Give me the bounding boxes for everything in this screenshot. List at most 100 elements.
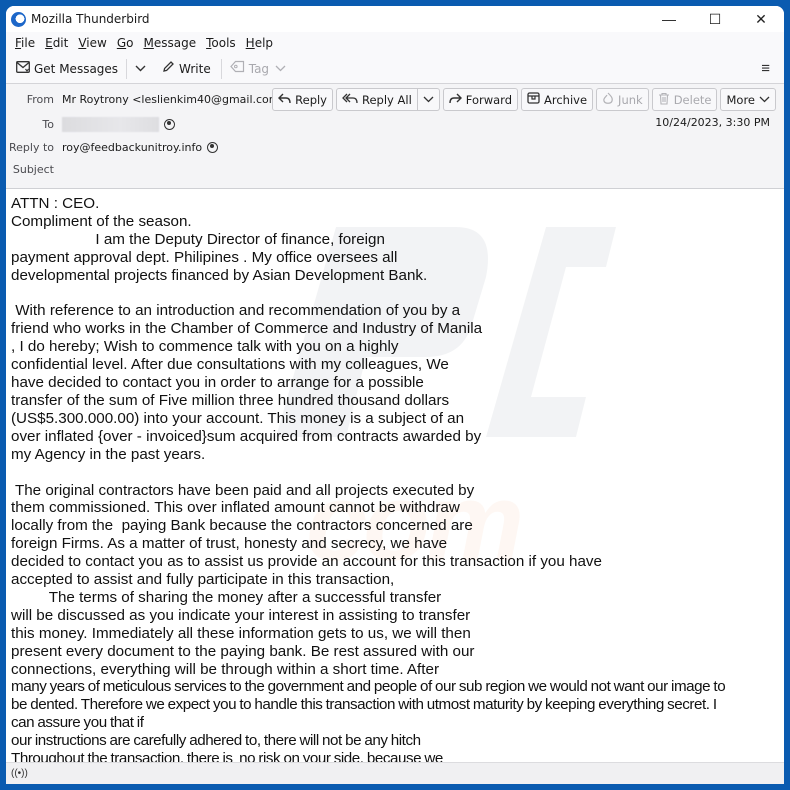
- chevron-down-icon: [135, 65, 146, 72]
- menu-label: essage: [153, 36, 197, 50]
- delete-label: Delete: [673, 92, 712, 107]
- subject-row: Subject: [6, 160, 62, 178]
- to-label: To: [42, 117, 54, 131]
- delete-button[interactable]: Delete: [651, 88, 718, 111]
- menu-label: iew: [86, 36, 107, 50]
- body-line: confidential level. After due consultati…: [11, 356, 449, 374]
- pencil-icon: [162, 60, 175, 77]
- body-line: be dented. Therefore we expect you to ha…: [11, 696, 717, 714]
- message-body[interactable]: com ATTN : CEO. Compliment of the season.…: [6, 189, 784, 762]
- junk-button[interactable]: Junk: [596, 88, 649, 111]
- menu-tools[interactable]: Tools: [201, 36, 241, 50]
- menu-label: dit: [52, 36, 69, 50]
- menu-label: ools: [211, 36, 236, 50]
- body-line: Compliment of the season.: [11, 212, 192, 230]
- to-row: To: [6, 115, 175, 133]
- menu-view[interactable]: View: [73, 36, 111, 50]
- more-label: More: [726, 92, 755, 107]
- reply-button[interactable]: Reply: [272, 88, 333, 111]
- archive-icon: [527, 92, 540, 107]
- body-line: The terms of sharing the money after a s…: [11, 588, 442, 606]
- tag-button[interactable]: Tag: [226, 57, 290, 81]
- main-toolbar: Get Messages Write Tag ≡: [6, 54, 784, 84]
- body-line: locally from the paying Bank because the…: [11, 517, 473, 535]
- body-line: With reference to an introduction and re…: [11, 302, 461, 320]
- message-header: From Mr Roytrony <leslienkim40@gmail.com…: [6, 84, 784, 189]
- forward-button[interactable]: Forward: [442, 88, 519, 111]
- get-messages-label: Get Messages: [34, 61, 119, 76]
- body-line: [11, 464, 779, 482]
- menu-edit[interactable]: Edit: [40, 36, 73, 50]
- body-line: payment approval dept. Philipines . My o…: [11, 248, 398, 266]
- window-controls: — ☐ ✕: [646, 6, 784, 32]
- reply-label: Reply: [295, 92, 327, 107]
- app-menu-icon[interactable]: ≡: [761, 60, 770, 77]
- get-messages-button[interactable]: Get Messages: [12, 57, 122, 81]
- status-bar: ((•)): [6, 762, 784, 784]
- more-button[interactable]: More: [720, 88, 776, 111]
- body-line: present every document to the paying ban…: [11, 642, 475, 660]
- write-button[interactable]: Write: [158, 57, 215, 81]
- menu-label: ile: [21, 36, 36, 50]
- to-value-redacted: [62, 116, 159, 132]
- forward-label: Forward: [465, 92, 513, 107]
- online-status-icon[interactable]: ((•)): [11, 768, 28, 779]
- chevron-down-icon: [275, 65, 286, 72]
- menu-accel: H: [245, 36, 255, 50]
- minimize-button[interactable]: —: [646, 6, 692, 32]
- toolbar-separator: [220, 58, 222, 79]
- maximize-button[interactable]: ☐: [692, 6, 738, 32]
- contact-icon[interactable]: [164, 118, 175, 130]
- body-line: over inflated {over - invoiced}sum acqui…: [11, 427, 482, 445]
- body-line: can assure you that if: [11, 714, 144, 732]
- message-date: 10/24/2023, 3:30 PM: [655, 116, 770, 129]
- from-label: From: [26, 92, 54, 106]
- junk-label: Junk: [618, 92, 643, 107]
- body-line: connections, everything will be through …: [11, 660, 440, 678]
- get-messages-dropdown[interactable]: [131, 57, 150, 81]
- reply-to-row: Reply to roy@feedbackunitroy.info: [6, 138, 219, 156]
- body-line: I am the Deputy Director of finance, for…: [11, 230, 385, 248]
- reply-all-label: Reply All: [362, 92, 412, 107]
- menu-help[interactable]: Help: [241, 36, 278, 50]
- reply-to-value[interactable]: roy@feedbackunitroy.info: [62, 141, 202, 154]
- body-line: my Agency in the past years.: [11, 445, 206, 463]
- menu-message[interactable]: Message: [138, 36, 201, 50]
- email-body-text-narrow: many years of meticulous services to the…: [11, 678, 779, 762]
- body-line: Throughout the transaction, there is no …: [11, 750, 443, 762]
- menu-file[interactable]: File: [10, 36, 40, 50]
- menu-label: elp: [254, 36, 274, 50]
- body-line: accepted to assist and fully participate…: [11, 571, 395, 589]
- body-line: (US$5.300.000.00) into your account. Thi…: [11, 409, 465, 427]
- body-line: our instructions are carefully adhered t…: [11, 732, 421, 750]
- thunderbird-logo-icon: [11, 11, 26, 27]
- from-row: From Mr Roytrony <leslienkim40@gmail.com…: [6, 90, 305, 108]
- reply-icon: [278, 93, 291, 107]
- tag-label: Tag: [248, 61, 270, 76]
- body-line: ATTN : CEO.: [11, 195, 100, 212]
- body-line: [11, 285, 779, 303]
- reply-all-dropdown[interactable]: [417, 88, 440, 111]
- menu-go[interactable]: Go: [112, 36, 139, 50]
- menu-accel: G: [116, 36, 127, 50]
- body-line: will be discussed as you indicate your i…: [11, 606, 471, 624]
- email-body-text: ATTN : CEO. Compliment of the season. I a…: [11, 195, 779, 678]
- archive-label: Archive: [544, 92, 588, 107]
- body-line: friend who works in the Chamber of Comme…: [11, 320, 483, 338]
- junk-icon: [602, 92, 614, 108]
- contact-icon[interactable]: [207, 141, 219, 153]
- body-line: this money. Immediately all these inform…: [11, 624, 471, 642]
- reply-all-button[interactable]: Reply All: [336, 88, 418, 111]
- close-button[interactable]: ✕: [738, 6, 784, 32]
- trash-icon: [658, 92, 670, 108]
- reply-all-split: Reply All: [336, 88, 440, 111]
- subject-label: Subject: [12, 162, 54, 176]
- menu-bar: File Edit View Go Message Tools Help: [6, 32, 784, 54]
- reply-to-label: Reply to: [8, 140, 54, 154]
- body-line: decided to contact you as to assist us p…: [11, 553, 602, 571]
- body-line: many years of meticulous services to the…: [11, 678, 726, 696]
- menu-accel: E: [45, 36, 53, 50]
- get-messages-icon: [16, 60, 30, 77]
- archive-button[interactable]: Archive: [521, 88, 594, 111]
- from-value[interactable]: Mr Roytrony <leslienkim40@gmail.com>: [62, 93, 289, 106]
